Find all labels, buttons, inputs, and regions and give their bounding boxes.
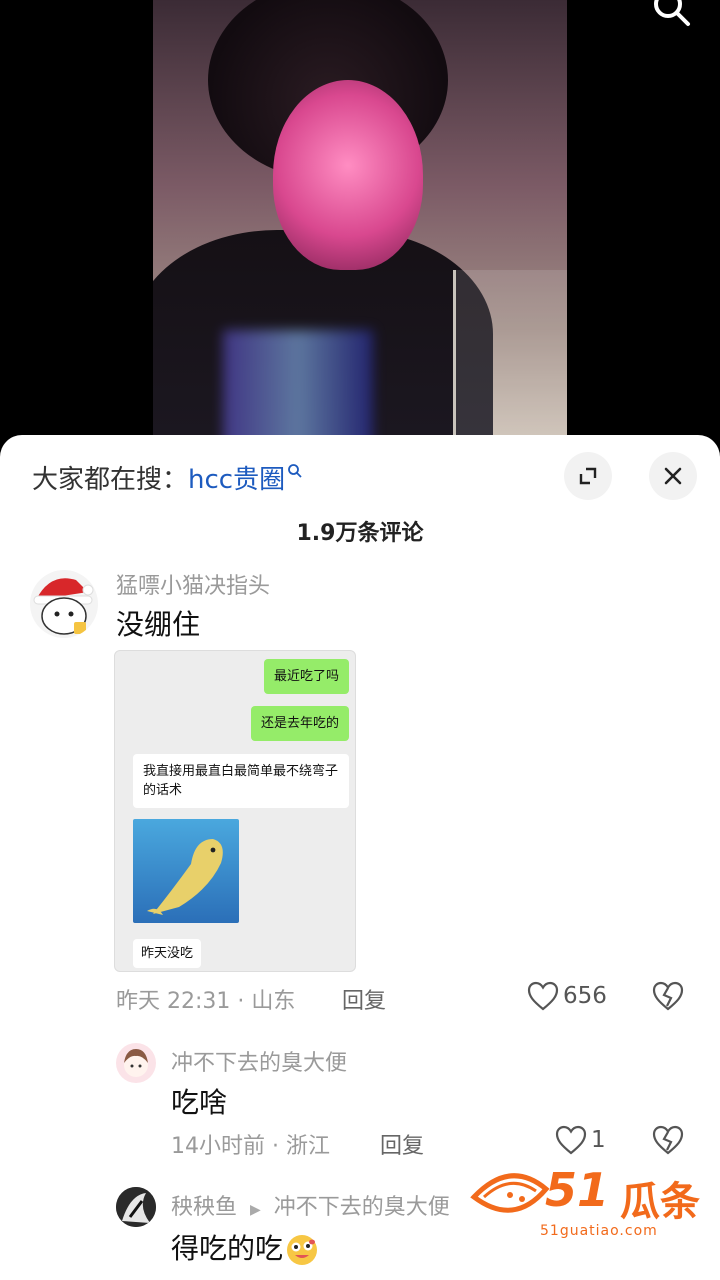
search-suggestion-keyword[interactable]: hcc贵圈 [188,465,285,495]
dislike-icon[interactable] [652,1125,684,1155]
watermark-logo: 51 瓜条 51guatiao.com [470,1163,700,1255]
comment-count: 1.9万条评论 [296,521,424,546]
close-icon [664,467,682,485]
comment-text: 没绷住 [116,608,201,641]
comment-username[interactable]: 秧秧鱼 ▶ 冲不下去的臭大便 [171,1189,450,1221]
comment-meta: 14小时前 · 浙江 [171,1134,330,1159]
search-icon [288,464,302,478]
chat-bubble: 我直接用最直白最简单最不绕弯子的话术 [133,754,349,808]
watermark-url: 51guatiao.com [540,1223,658,1239]
video-player[interactable] [0,0,720,470]
expand-button[interactable] [564,452,612,500]
avatar[interactable] [116,1187,156,1227]
chat-bubble: 昨天没吃 [133,939,202,968]
comment-image[interactable]: 最近吃了吗 还是去年吃的 我直接用最直白最简单最不绕弯子的话术 昨天没吃 [114,650,356,972]
reply-button[interactable]: 回复 [342,983,386,1015]
watermark-number: 51 [545,1163,610,1217]
like-button[interactable]: 656 [527,981,607,1011]
chat-bubble: 还是去年吃的 [250,706,349,741]
reply-author[interactable]: 秧秧鱼 [171,1195,237,1220]
comment-text: 吃啥 [171,1086,228,1119]
watermelon-logo-icon [470,1173,550,1213]
like-count: 656 [563,983,607,1009]
search-icon[interactable] [650,0,694,30]
reply-button[interactable]: 回复 [380,1128,424,1160]
seal-sticker-image [133,819,239,923]
chat-bubble: 最近吃了吗 [263,659,349,694]
dislike-icon[interactable] [652,981,684,1011]
reply-arrow-icon: ▶ [250,1202,261,1218]
comment-text-body: 得吃的吃 [171,1232,284,1265]
comment-text: 得吃的吃 [171,1227,319,1267]
comment-meta: 昨天 22:31 · 山东 [116,989,296,1014]
girl-avatar-icon [124,1049,148,1077]
heart-icon [527,981,559,1011]
comment-sheet: 大家都在搜：hcc贵圈 1.9万条评论 猛嘌小猫决指头 没绷住 最近吃了吗 还是… [0,435,720,1280]
avatar[interactable] [30,570,98,638]
video-frame [153,0,567,470]
anime-avatar-icon [116,1187,156,1227]
cat-santa-avatar-icon [33,578,94,635]
like-count: 1 [591,1127,606,1153]
emoji-icon [287,1235,318,1265]
avatar[interactable] [116,1043,156,1083]
heart-icon [555,1125,587,1155]
close-button[interactable] [649,452,697,500]
watermark-text: 瓜条 [620,1179,700,1225]
search-suggestion[interactable]: 大家都在搜：hcc贵圈 [32,459,303,496]
comment-username[interactable]: 猛嘌小猫决指头 [116,568,270,600]
reply-target[interactable]: 冲不下去的臭大便 [274,1195,450,1220]
comment-username[interactable]: 冲不下去的臭大便 [171,1045,347,1077]
search-suggestion-prefix: 大家都在搜： [32,465,189,495]
expand-icon [579,467,597,485]
like-button[interactable]: 1 [555,1125,606,1155]
